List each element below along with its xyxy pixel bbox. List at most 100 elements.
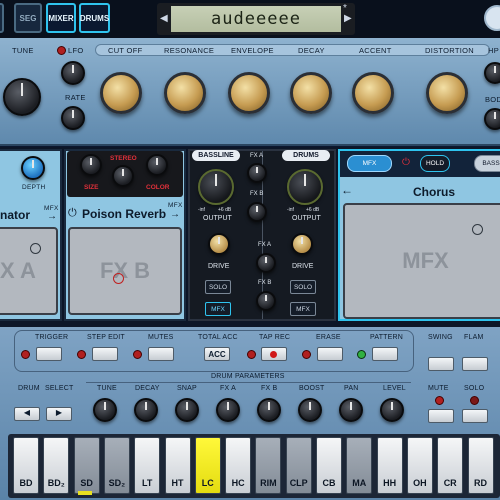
drums-button[interactable]: DRUMS	[79, 3, 110, 33]
drum-pad-ma[interactable]: MA	[346, 437, 373, 494]
fx-a-screen[interactable]: X A	[0, 227, 58, 315]
drum-pad-sd[interactable]: SD	[73, 437, 100, 494]
mfx-power-icon[interactable]: ⏻	[402, 157, 410, 168]
app-logo-icon[interactable]	[484, 5, 500, 31]
drums-output-knob[interactable]	[287, 169, 323, 205]
drum-select-next-button[interactable]: ▶	[46, 407, 72, 421]
seg-button[interactable]: SEG	[14, 3, 42, 33]
resonance-knob[interactable]	[164, 72, 206, 114]
drum-pad-bd2[interactable]: BD₂	[43, 437, 70, 494]
power-icon[interactable]: ⏻	[68, 207, 77, 220]
drum-pad-sd2[interactable]: SD₂	[103, 437, 130, 494]
lfo-knob[interactable]	[61, 61, 85, 85]
bassline-fxa-knob[interactable]	[247, 163, 267, 183]
stereo-knob[interactable]	[112, 165, 134, 187]
mute-button[interactable]	[428, 409, 454, 423]
distortion-knob[interactable]	[426, 72, 468, 114]
rate-knob[interactable]	[61, 106, 85, 130]
mfx-effect-title: Chorus	[413, 185, 455, 199]
swing-button[interactable]	[428, 357, 454, 371]
drum-parameters-title: DRUM PARAMETERS	[211, 373, 285, 380]
boost-param-knob[interactable]	[298, 398, 322, 422]
drum-pad-rim[interactable]: RIM	[255, 437, 282, 494]
fx-a-param-label: FX A	[220, 385, 236, 392]
color-knob[interactable]	[146, 154, 168, 176]
bassline-range-min: -inf	[198, 207, 205, 213]
drum-pad-lt[interactable]: LT	[134, 437, 161, 494]
drum-pad-bd[interactable]: BD	[13, 437, 39, 494]
erase-button[interactable]	[317, 347, 343, 361]
flam-label: FLAM	[464, 334, 484, 341]
fx-b-param-knob[interactable]	[257, 398, 281, 422]
pattern-label: PATTERN	[370, 334, 404, 341]
snap-param-knob[interactable]	[175, 398, 199, 422]
cutoff-knob[interactable]	[100, 72, 142, 114]
size-knob[interactable]	[80, 154, 102, 176]
drum-pad-cr[interactable]: CR	[437, 437, 464, 494]
mfx-screen[interactable]: MFX	[343, 203, 500, 319]
fx-a-arrow-icon[interactable]: →	[47, 211, 57, 222]
drums-solo-button[interactable]: SOLO	[290, 280, 316, 294]
bassline-mfx-button[interactable]: MFX	[205, 302, 231, 316]
level-param-knob[interactable]	[380, 398, 404, 422]
mfx-bass-tab[interactable]: BASS	[474, 155, 500, 172]
fx-b-screen[interactable]: FX B	[68, 227, 182, 315]
drum-pad-oh[interactable]: OH	[406, 437, 433, 494]
fx-b-arrow-icon[interactable]: →	[170, 209, 180, 220]
drum-pad-hh[interactable]: HH	[376, 437, 403, 494]
drum-select-prev-button[interactable]: ◀	[14, 407, 40, 421]
drums-fxa-knob[interactable]	[256, 253, 276, 273]
solo-label: SOLO	[464, 385, 485, 392]
bassline-output-knob[interactable]	[198, 169, 234, 205]
mfx-screen-label: MFX	[402, 248, 449, 273]
bassline-fxb-label: FX B	[250, 191, 264, 197]
rate-label: RATE	[65, 93, 86, 102]
tune-param-knob[interactable]	[93, 398, 117, 422]
decay-knob[interactable]	[290, 72, 332, 114]
body-knob[interactable]	[484, 108, 500, 130]
bassline-drive-knob[interactable]	[208, 233, 230, 255]
pan-param-knob[interactable]	[339, 398, 363, 422]
accent-knob[interactable]	[352, 72, 394, 114]
fx-b-cursor-icon	[113, 273, 124, 284]
envelope-knob[interactable]	[228, 72, 270, 114]
mfx-back-arrow[interactable]: ←	[341, 183, 353, 197]
pan-param-label: PAN	[344, 385, 359, 392]
depth-knob[interactable]	[21, 156, 45, 180]
hold-button[interactable]: HOLD	[420, 155, 450, 172]
drum-pad-lc[interactable]: LC	[194, 437, 221, 494]
boost-param-label: BOOST	[299, 385, 325, 392]
mfx-cursor-icon	[472, 224, 483, 235]
drums-drive-knob[interactable]	[291, 233, 313, 255]
drum-pad-clp[interactable]: CLP	[285, 437, 312, 494]
prev-pattern-arrow[interactable]: ◀	[160, 13, 168, 24]
drum-pad-cb[interactable]: CB	[316, 437, 342, 494]
flam-button[interactable]	[462, 357, 488, 371]
tune-knob[interactable]	[3, 78, 41, 116]
drum-pad-rd[interactable]: RD	[467, 437, 494, 494]
decay-param-knob[interactable]	[134, 398, 158, 422]
mixer-button[interactable]: MIXER	[46, 3, 76, 33]
acc-button[interactable]: ACC	[204, 347, 230, 361]
drums-mfx-button[interactable]: MFX	[290, 302, 316, 316]
drum-pad-hc[interactable]: HC	[225, 437, 252, 494]
mutes-button[interactable]	[148, 347, 174, 361]
hp-knob[interactable]	[484, 62, 500, 84]
partial-left-button[interactable]	[0, 3, 4, 33]
solo-button[interactable]	[462, 409, 488, 423]
pattern-button[interactable]	[372, 347, 398, 361]
bassline-fxb-knob[interactable]	[247, 202, 267, 222]
drums-tab[interactable]: DRUMS	[282, 150, 330, 161]
swing-label: SWING	[428, 334, 453, 341]
drum-pad-ht[interactable]: HT	[164, 437, 191, 494]
next-pattern-arrow[interactable]: ▶	[344, 13, 352, 24]
mfx-tab[interactable]: MFX	[347, 155, 392, 172]
bassline-solo-button[interactable]: SOLO	[205, 280, 231, 294]
bassline-tab[interactable]: BASSLINE	[192, 150, 240, 161]
trigger-button[interactable]	[36, 347, 62, 361]
stereo-label: STEREO	[110, 155, 137, 162]
mute-led	[435, 396, 444, 405]
step-edit-button[interactable]	[92, 347, 118, 361]
fx-a-param-knob[interactable]	[216, 398, 240, 422]
drums-fxb-knob[interactable]	[256, 291, 276, 311]
